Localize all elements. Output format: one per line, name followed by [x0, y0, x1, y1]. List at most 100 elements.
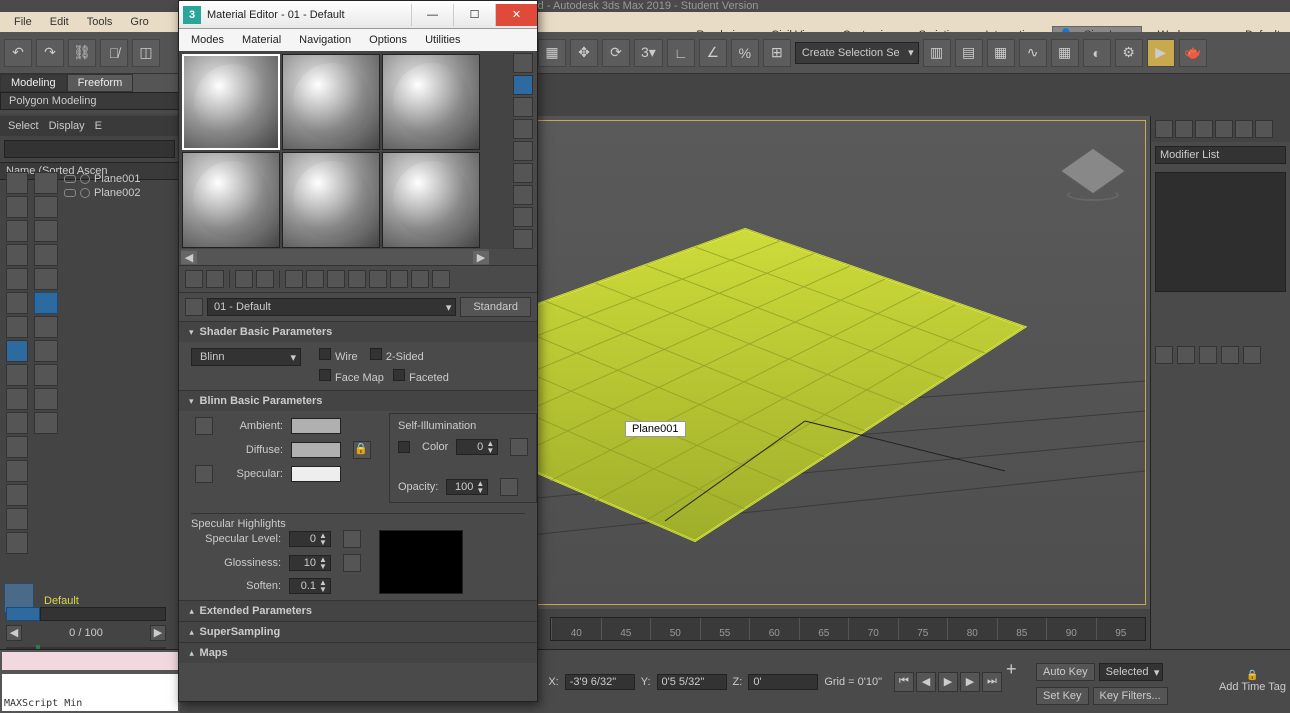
viewcube[interactable] — [1061, 141, 1125, 205]
prev-frame-button[interactable]: ◀ — [916, 672, 936, 692]
sample-slot[interactable] — [182, 54, 280, 150]
put-to-scene-icon[interactable] — [206, 270, 224, 288]
make-copy-icon[interactable] — [285, 270, 303, 288]
schematic-button[interactable]: ▦ — [1051, 39, 1079, 67]
timeline-ruler[interactable]: 40 45 50 55 60 65 70 75 80 85 90 95 — [550, 617, 1146, 641]
render-button[interactable]: ▶ — [1147, 39, 1175, 67]
options-icon[interactable] — [513, 185, 533, 205]
bind-button[interactable]: ◫ — [132, 39, 160, 67]
show-end-icon[interactable] — [1177, 346, 1195, 364]
col-eye-icon[interactable] — [34, 412, 58, 434]
goto-end-button[interactable]: ⏭ — [982, 672, 1002, 692]
tab-modeling[interactable]: Modeling — [0, 74, 67, 92]
filter-xref-icon[interactable] — [6, 412, 28, 434]
matid-channel-icon[interactable] — [348, 270, 366, 288]
rollout-header[interactable]: ▸Extended Parameters — [179, 601, 537, 621]
scene-edit[interactable]: E — [95, 120, 102, 132]
facemap-checkbox[interactable] — [319, 369, 331, 381]
col-wave-icon[interactable] — [34, 268, 58, 290]
soften-spinner[interactable]: 0.1▲▼ — [289, 578, 331, 594]
select-by-mat-icon[interactable] — [513, 207, 533, 227]
set-key-button[interactable]: Set Key — [1036, 687, 1089, 705]
ambient-lock-icon[interactable] — [195, 417, 213, 435]
ambient-swatch[interactable] — [291, 418, 341, 434]
rollout-header[interactable]: ▾Shader Basic Parameters — [179, 322, 537, 342]
modifier-stack[interactable] — [1155, 172, 1286, 292]
prev-frame-button[interactable]: ◀ — [6, 625, 22, 641]
material-type-button[interactable]: Standard — [460, 297, 531, 317]
scene-display[interactable]: Display — [49, 120, 85, 132]
hierarchy-tab-icon[interactable] — [1195, 120, 1213, 138]
y-coord-input[interactable]: 0'5 5/32" — [657, 674, 727, 690]
percent-snap-button[interactable]: % — [731, 39, 759, 67]
toolbar-icon[interactable]: ▦ — [538, 39, 566, 67]
material-name-dropdown[interactable]: 01 - Default — [207, 298, 456, 316]
layers-button[interactable]: ▦ — [987, 39, 1015, 67]
align-button[interactable]: ▤ — [955, 39, 983, 67]
move-button[interactable]: ✥ — [570, 39, 598, 67]
col-box-icon[interactable] — [34, 244, 58, 266]
material-editor-titlebar[interactable]: 3 Material Editor - 01 - Default — ☐ ✕ — [179, 1, 537, 29]
angle-snap-button[interactable]: ∠ — [699, 39, 727, 67]
display-tab-icon[interactable] — [1235, 120, 1253, 138]
modifier-list-dropdown[interactable]: Modifier List — [1155, 146, 1286, 164]
scene-select[interactable]: Select — [8, 120, 39, 132]
filter-camera-icon[interactable] — [6, 268, 28, 290]
sample-slot[interactable] — [382, 54, 480, 150]
opacity-spinner[interactable]: 100▲▼ — [446, 479, 488, 495]
sample-slot[interactable] — [382, 152, 480, 248]
me-menu-options[interactable]: Options — [361, 32, 415, 48]
pick-material-icon[interactable] — [185, 298, 203, 316]
filter-bone-icon[interactable] — [6, 364, 28, 386]
minimize-button[interactable]: — — [411, 4, 453, 26]
menu-file[interactable]: File — [6, 14, 40, 30]
snap-button[interactable]: ∟ — [667, 39, 695, 67]
create-tab-icon[interactable] — [1155, 120, 1173, 138]
filter-frozen-icon[interactable] — [6, 484, 28, 506]
matid-icon[interactable] — [513, 229, 533, 249]
si-map-button[interactable] — [510, 438, 528, 456]
config-icon[interactable] — [1243, 346, 1261, 364]
maxscript-listener[interactable]: MAXScript Min — [2, 674, 178, 711]
key-filters-button[interactable]: Key Filters... — [1093, 687, 1168, 705]
filter-helper-icon[interactable] — [6, 292, 28, 314]
rollout-header[interactable]: ▾Blinn Basic Parameters — [179, 391, 537, 411]
material-editor-button[interactable]: ◐ — [1083, 39, 1111, 67]
me-menu-utilities[interactable]: Utilities — [417, 32, 468, 48]
visibility-icon[interactable] — [64, 189, 76, 197]
maximize-button[interactable]: ☐ — [453, 4, 495, 26]
remove-mod-icon[interactable] — [1221, 346, 1239, 364]
make-unique-icon[interactable] — [306, 270, 324, 288]
col-globe-icon[interactable] — [34, 172, 58, 194]
spec-level-spinner[interactable]: 0▲▼ — [289, 531, 331, 547]
x-coord-input[interactable]: -3'9 6/32" — [565, 674, 635, 690]
next-frame-button[interactable]: ▶ — [960, 672, 980, 692]
sample-slot[interactable] — [282, 54, 380, 150]
filter-all-icon[interactable] — [6, 172, 28, 194]
specular-lock-icon[interactable] — [195, 465, 213, 483]
render-setup-button[interactable]: ⚙ — [1115, 39, 1143, 67]
rollout-header[interactable]: ▸SuperSampling — [179, 622, 537, 642]
rotate-button[interactable]: ⟳ — [602, 39, 630, 67]
mirror-button[interactable]: ▥ — [923, 39, 951, 67]
filter-misc-icon[interactable] — [6, 532, 28, 554]
scene-item-name[interactable]: Plane002 — [94, 187, 141, 199]
backlight-icon[interactable] — [513, 75, 533, 95]
spinner-snap-button[interactable]: ⊞ — [763, 39, 791, 67]
me-menu-navigation[interactable]: Navigation — [291, 32, 359, 48]
filter-group-icon[interactable] — [6, 436, 28, 458]
play-button[interactable]: ▶ — [938, 672, 958, 692]
gloss-spinner[interactable]: 10▲▼ — [289, 555, 331, 571]
wire-checkbox[interactable] — [319, 348, 331, 360]
selection-set-dropdown[interactable]: Create Selection Se — [795, 42, 919, 64]
close-button[interactable]: ✕ — [495, 4, 537, 26]
gloss-map-button[interactable] — [343, 554, 361, 572]
menu-group[interactable]: Gro — [122, 14, 156, 30]
spec-level-map-button[interactable] — [343, 530, 361, 548]
si-color-checkbox[interactable] — [398, 441, 410, 453]
filter-selected-icon[interactable] — [6, 340, 28, 362]
me-menu-material[interactable]: Material — [234, 32, 289, 48]
unlink-button[interactable]: ⛓̸ — [100, 39, 128, 67]
scale-button[interactable]: 3▾ — [634, 39, 663, 67]
faceted-checkbox[interactable] — [393, 369, 405, 381]
